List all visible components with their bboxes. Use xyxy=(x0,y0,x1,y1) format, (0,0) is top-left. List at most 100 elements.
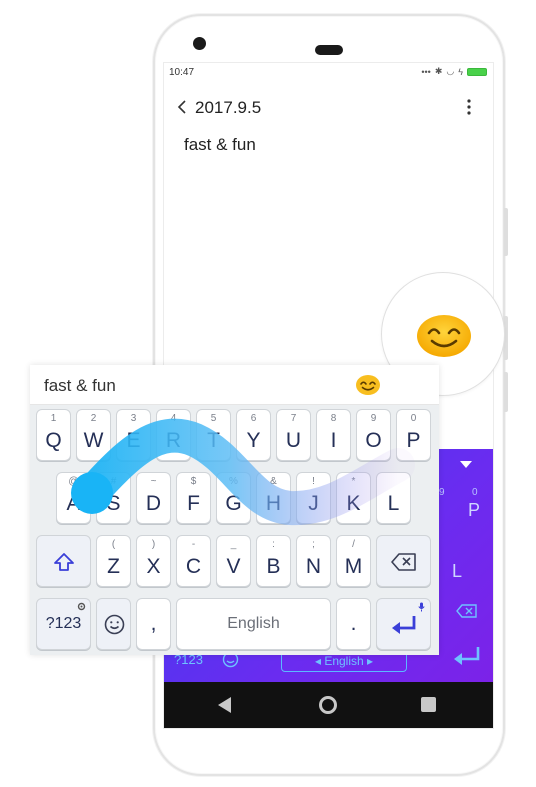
note-body-text[interactable]: fast & fun xyxy=(184,135,256,155)
key-label: K xyxy=(346,492,361,515)
key-label: . xyxy=(350,612,357,635)
key-h[interactable]: & H xyxy=(256,472,291,524)
suggestion-bar: fast & fun xyxy=(30,365,439,405)
enter-icon xyxy=(392,616,416,634)
key-e[interactable]: 3E xyxy=(116,409,151,461)
key-label: X xyxy=(146,555,161,578)
key-l[interactable]: L xyxy=(452,561,462,582)
navigation-bar xyxy=(164,682,493,728)
back-arrow-icon[interactable] xyxy=(176,99,188,115)
key-hint: 0 xyxy=(410,413,417,424)
enter-key[interactable] xyxy=(376,598,431,650)
key-label: M xyxy=(344,555,363,578)
key-q[interactable]: 1Q xyxy=(36,409,71,461)
shift-key[interactable] xyxy=(36,535,91,587)
key-m[interactable]: / M xyxy=(336,535,371,587)
key-hint: 9 xyxy=(439,487,445,498)
smiling-emoji-icon xyxy=(417,315,471,357)
key-l[interactable]: L xyxy=(376,472,411,524)
suggestion-text[interactable]: fast & fun xyxy=(44,376,116,396)
key-n[interactable]: ; N xyxy=(296,535,331,587)
emoji-key[interactable] xyxy=(96,598,131,650)
key-hint: 2 xyxy=(90,413,97,424)
earpiece-speaker xyxy=(315,45,343,55)
key-k[interactable]: * K xyxy=(336,472,371,524)
key-hint: & xyxy=(270,476,277,487)
key-o[interactable]: 9O xyxy=(356,409,391,461)
key-f[interactable]: $ F xyxy=(176,472,211,524)
key-label: L xyxy=(387,492,400,515)
key-b[interactable]: :B xyxy=(256,535,291,587)
comma-key[interactable]: , xyxy=(136,598,171,650)
key-hint: % xyxy=(229,476,238,487)
shift-icon xyxy=(54,553,74,571)
status-time: 10:47 xyxy=(169,67,195,78)
nav-recents-icon[interactable] xyxy=(421,697,436,712)
symbols-key-label: ?123 xyxy=(45,615,82,632)
key-hint: ; xyxy=(312,539,315,550)
charging-icon: ϟ xyxy=(458,66,463,77)
period-key[interactable]: . xyxy=(336,598,371,650)
key-p[interactable]: P xyxy=(468,500,480,521)
key-hint: 0 xyxy=(472,487,478,498)
key-g[interactable]: % G xyxy=(216,472,251,524)
key-hint: # xyxy=(110,476,117,487)
key-label: W xyxy=(83,429,104,452)
key-label: H xyxy=(265,492,282,515)
space-bar[interactable]: English xyxy=(176,598,331,650)
nav-home-icon[interactable] xyxy=(319,696,337,714)
key-label: P xyxy=(406,429,421,452)
key-r[interactable]: 4R xyxy=(156,409,191,461)
key-u[interactable]: 7U xyxy=(276,409,311,461)
key-z[interactable]: (Z xyxy=(96,535,131,587)
key-w[interactable]: 2W xyxy=(76,409,111,461)
note-date: 2017.9.5 xyxy=(195,98,262,117)
key-a[interactable]: @ A xyxy=(56,472,91,524)
backspace-icon[interactable] xyxy=(456,604,478,618)
language-left-icon: ◂ xyxy=(314,654,325,668)
key-hint: @ xyxy=(68,476,79,487)
key-label: U xyxy=(285,429,302,452)
more-notifications-icon: ••• xyxy=(421,66,431,77)
more-options-icon[interactable] xyxy=(467,99,471,115)
key-p[interactable]: 0P xyxy=(396,409,431,461)
backspace-icon xyxy=(391,553,416,571)
key-x[interactable]: ) X xyxy=(136,535,171,587)
key-hint: : xyxy=(272,539,275,550)
backspace-key[interactable] xyxy=(376,535,431,587)
nav-back-icon[interactable] xyxy=(218,697,232,713)
emoji-suggestion-icon[interactable] xyxy=(355,374,381,396)
key-v[interactable]: _ V xyxy=(216,535,251,587)
space-bar-label: English xyxy=(227,615,280,632)
key-hint: 6 xyxy=(250,413,257,424)
key-label: A xyxy=(66,492,81,515)
key-i[interactable]: 8I xyxy=(316,409,351,461)
key-d[interactable]: ~ D xyxy=(136,472,171,524)
key-label: S xyxy=(106,492,121,515)
key-hint: _ xyxy=(230,539,237,550)
key-label: T xyxy=(207,429,220,452)
emoji-icon xyxy=(104,614,125,635)
key-y[interactable]: 6Y xyxy=(236,409,271,461)
note-app-bar: 2017.9.5 xyxy=(164,91,493,121)
key-hint: * xyxy=(351,476,356,487)
key-hint: 4 xyxy=(170,413,177,424)
enter-icon[interactable] xyxy=(452,645,482,669)
symbols-key[interactable]: ?123 xyxy=(36,598,91,650)
key-label: Q xyxy=(45,429,62,452)
key-hint: 8 xyxy=(330,413,337,424)
key-j[interactable]: ! J xyxy=(296,472,331,524)
key-c[interactable]: -C xyxy=(176,535,211,587)
key-s[interactable]: # S xyxy=(96,472,131,524)
front-camera xyxy=(193,37,206,50)
key-t[interactable]: 5T xyxy=(196,409,231,461)
battery-icon xyxy=(467,67,487,76)
bluetooth-icon: ✱ xyxy=(434,66,443,76)
power-button xyxy=(504,372,508,412)
language-right-icon: ▸ xyxy=(363,654,374,668)
collapse-keyboard-icon[interactable] xyxy=(460,461,472,469)
status-bar: 10:47 ••• ✱ ◡ ϟ xyxy=(164,63,493,81)
status-icons: ••• ✱ ◡ ϟ xyxy=(421,66,487,77)
microphone-icon xyxy=(418,602,425,612)
key-label: E xyxy=(126,429,141,452)
